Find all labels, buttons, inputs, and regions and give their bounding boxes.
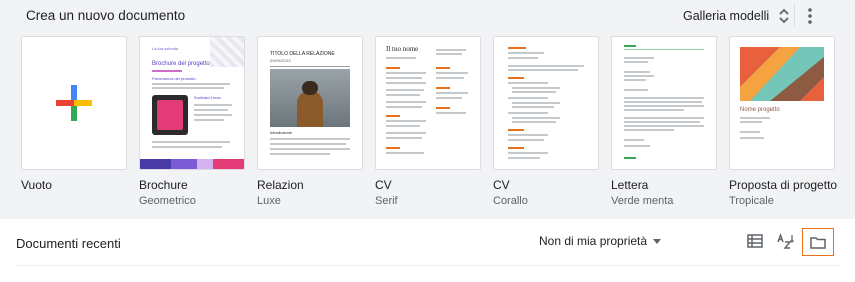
header-divider xyxy=(794,4,795,26)
template-report[interactable]: TITOLO DELLA RELAZIONE 09/09/20XX Introd… xyxy=(257,36,363,207)
sort-az-icon xyxy=(777,233,794,249)
cover-photo xyxy=(270,69,350,127)
template-cv-coral[interactable]: CV Corallo xyxy=(493,36,599,207)
template-thumbnail[interactable]: Nome progetto xyxy=(729,36,835,170)
template-thumbnail[interactable] xyxy=(493,36,599,170)
template-name: Vuoto xyxy=(21,178,52,192)
template-gallery-section: Crea un nuovo documento Galleria modelli… xyxy=(0,0,855,219)
gallery-label: Galleria modelli xyxy=(683,9,770,23)
owner-filter-label: Non di mia proprietà xyxy=(539,234,648,248)
preview-heading: Brochure del progetto xyxy=(152,61,210,67)
footer-band xyxy=(140,159,244,169)
geometric-cover-art xyxy=(740,47,824,101)
template-cv-serif[interactable]: Il tuo nome CV Serif xyxy=(375,36,481,207)
list-view-icon xyxy=(747,234,763,248)
list-divider xyxy=(16,265,839,266)
template-name: Lettera xyxy=(611,178,649,192)
template-letter[interactable]: Lettera Verde menta xyxy=(611,36,717,207)
template-thumbnail[interactable]: La tua azienda Brochure del progetto Pan… xyxy=(139,36,245,170)
template-name: Relazion xyxy=(257,178,304,192)
dropdown-arrow-icon xyxy=(653,238,662,244)
template-thumbnail[interactable] xyxy=(21,36,127,170)
template-project-proposal[interactable]: Nome progetto Proposta di progetto Tropi… xyxy=(729,36,838,207)
preview-company: La tua azienda xyxy=(152,46,179,51)
preview-heading: Il tuo nome xyxy=(386,45,419,53)
template-thumbnail[interactable] xyxy=(611,36,717,170)
template-subtitle: Corallo xyxy=(493,195,528,207)
unfold-more-icon xyxy=(779,8,789,24)
template-name: Brochure xyxy=(139,178,188,192)
preview-badge: Sostituisci il testo xyxy=(194,96,221,100)
recent-documents-title: Documenti recenti xyxy=(16,236,121,251)
open-file-picker-button[interactable] xyxy=(802,228,834,256)
list-view-button[interactable] xyxy=(743,230,767,252)
template-thumbnail[interactable]: Il tuo nome xyxy=(375,36,481,170)
template-subtitle: Verde menta xyxy=(611,195,674,207)
template-blank[interactable]: Vuoto xyxy=(21,36,127,195)
template-gallery-button[interactable]: Galleria modelli xyxy=(683,6,791,26)
folder-icon xyxy=(810,236,826,249)
more-vert-icon[interactable] xyxy=(803,6,817,26)
preview-date: 09/09/20XX xyxy=(270,58,291,63)
template-subtitle: Tropicale xyxy=(729,195,774,207)
owner-filter-dropdown[interactable]: Non di mia proprietà xyxy=(539,234,662,248)
plus-icon xyxy=(56,85,92,121)
preview-section: Panoramica del prodotto xyxy=(152,76,196,81)
template-name: Proposta di progetto xyxy=(729,178,838,192)
template-name: CV xyxy=(375,178,392,192)
preview-heading: TITOLO DELLA RELAZIONE xyxy=(270,51,335,57)
template-name: CV xyxy=(493,178,510,192)
template-subtitle: Geometrico xyxy=(139,195,196,207)
template-subtitle: Serif xyxy=(375,195,398,207)
preview-section: Introduzione xyxy=(270,130,293,135)
sort-button[interactable] xyxy=(774,230,798,252)
section-title: Crea un nuovo documento xyxy=(26,8,186,23)
pattern-decoration xyxy=(210,37,244,67)
preview-heading: Nome progetto xyxy=(740,107,780,113)
template-subtitle: Luxe xyxy=(257,195,281,207)
template-brochure[interactable]: La tua azienda Brochure del progetto Pan… xyxy=(139,36,245,207)
template-thumbnail[interactable]: TITOLO DELLA RELAZIONE 09/09/20XX Introd… xyxy=(257,36,363,170)
phone-image xyxy=(152,95,188,135)
